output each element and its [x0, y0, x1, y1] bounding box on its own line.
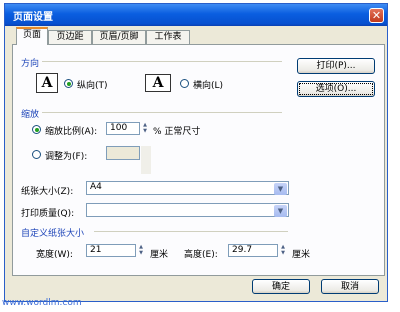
radio-selected-dot	[66, 81, 71, 86]
scaling-section-label: 缩放	[21, 110, 40, 120]
radio-selected-dot	[34, 127, 39, 132]
portrait-label[interactable]: 纵向(T)	[77, 78, 108, 91]
landscape-page-icon: A	[145, 74, 171, 92]
print-button[interactable]: 打印(P)...	[297, 58, 375, 74]
watermark-text: www.wordlm.com	[2, 298, 82, 308]
scale-input[interactable]: 100	[106, 122, 140, 135]
fit-label[interactable]: 调整为(F):	[45, 149, 87, 162]
scale-spinner[interactable]: ▲ ▼	[141, 122, 149, 135]
width-spinner[interactable]: ▲ ▼	[137, 244, 145, 257]
cancel-button[interactable]: 取消	[321, 279, 379, 294]
orientation-section-label: 方向	[21, 59, 40, 69]
height-unit: 厘米	[292, 250, 311, 260]
portrait-radio[interactable]	[64, 79, 73, 88]
height-input[interactable]: 29.7	[228, 244, 278, 257]
fit-input[interactable]	[106, 146, 140, 160]
paper-size-combo[interactable]: A4 ▼	[86, 181, 289, 195]
custom-size-divider	[94, 231, 288, 232]
spin-down-icon[interactable]: ▼	[141, 128, 149, 134]
scaling-divider	[42, 112, 282, 113]
close-button[interactable]: ✕	[369, 8, 384, 23]
scale-radio[interactable]	[32, 125, 41, 134]
width-label: 宽度(W):	[36, 250, 73, 260]
dialog-title: 页面设置	[13, 12, 53, 23]
scale-label[interactable]: 缩放比例(A):	[45, 124, 97, 137]
tab-header-footer[interactable]: 页眉/页脚	[92, 30, 146, 44]
spin-down-icon[interactable]: ▼	[137, 250, 145, 256]
tab-sheet[interactable]: 工作表	[146, 30, 190, 44]
tab-page[interactable]: 页面	[16, 27, 48, 45]
title-bar[interactable]: 页面设置 ✕	[5, 4, 387, 26]
width-input[interactable]: 21	[86, 244, 136, 257]
width-unit: 厘米	[150, 250, 169, 260]
print-quality-label: 打印质量(Q):	[21, 209, 75, 219]
ok-button[interactable]: 确定	[252, 279, 310, 294]
options-button[interactable]: 选项(O)...	[297, 81, 375, 97]
spin-down-icon[interactable]: ▼	[279, 250, 287, 256]
chevron-down-icon[interactable]: ▼	[274, 183, 287, 195]
fit-radio[interactable]	[32, 150, 41, 159]
landscape-label[interactable]: 横向(L)	[193, 78, 223, 91]
paper-size-value: A4	[90, 182, 102, 192]
height-spinner[interactable]: ▲ ▼	[279, 244, 287, 257]
chevron-down-icon[interactable]: ▼	[274, 205, 287, 217]
height-label: 高度(E):	[184, 250, 218, 260]
scale-suffix: % 正常尺寸	[153, 127, 201, 137]
paper-size-label: 纸张大小(Z):	[21, 187, 74, 197]
landscape-radio[interactable]	[180, 79, 189, 88]
portrait-page-icon: A	[36, 73, 58, 93]
tab-margins[interactable]: 页边距	[48, 30, 92, 44]
orientation-divider	[42, 61, 282, 62]
print-quality-combo[interactable]: ▼	[86, 203, 289, 217]
close-icon: ✕	[371, 9, 382, 22]
fit-spinner-strip	[141, 146, 151, 174]
custom-size-section-label: 自定义纸张大小	[21, 229, 85, 239]
